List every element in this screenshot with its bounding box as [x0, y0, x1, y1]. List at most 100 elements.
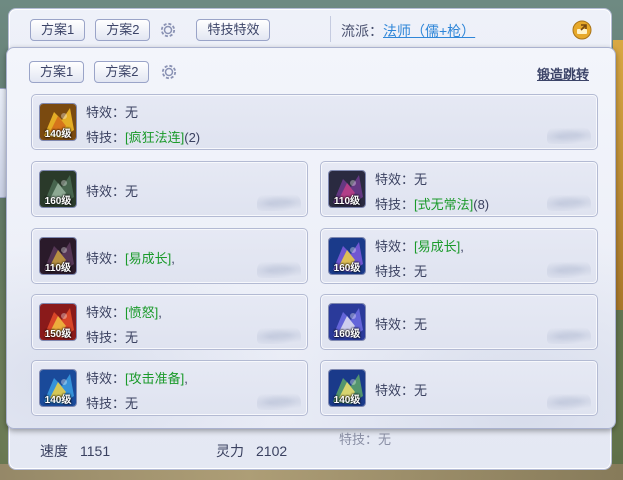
equipment-card[interactable]: 150级 特效：[愤怒], 特技：无	[31, 294, 308, 350]
line-suffix: (8)	[473, 197, 490, 212]
equipment-card[interactable]: 110级 特效：[易成长],	[31, 228, 308, 284]
line-label: 特技：	[86, 396, 126, 411]
equipment-level: 160级	[333, 263, 361, 274]
equipment-card[interactable]: 160级 特效：[易成长], 特技：无	[320, 228, 598, 284]
line-label: 特效：	[375, 383, 415, 398]
effect-line: 特效：无	[86, 181, 138, 200]
line-value: 无	[125, 105, 139, 120]
equipment-card[interactable]: 160级 特效：无	[320, 294, 598, 350]
effect-line: 特效：[易成长],	[86, 248, 175, 267]
speed-label: 速度	[40, 443, 68, 459]
effect-line: 特效：[攻击准备],	[86, 368, 188, 387]
line-value[interactable]: [攻击准备]	[125, 371, 184, 386]
cloud-ornament	[547, 392, 591, 410]
cloud-ornament	[547, 193, 591, 211]
gear-icon[interactable]	[159, 62, 179, 82]
genre-value-link[interactable]: 法师（儒+枪）	[383, 23, 475, 39]
line-value: 无	[414, 264, 428, 279]
genre-label: 流派：	[341, 23, 383, 39]
spirit-label: 灵力	[216, 443, 244, 459]
line-label: 特效：	[86, 305, 126, 320]
effect-line: 特效：[易成长],	[375, 236, 464, 255]
line-label: 特效：	[86, 105, 126, 120]
equipment-level: 140级	[333, 395, 361, 406]
divider	[330, 16, 331, 42]
stats-row: 速度 1151 灵力 2102	[40, 441, 287, 461]
gear-icon[interactable]	[158, 20, 178, 40]
equipment-card[interactable]: 140级 特效：无	[320, 360, 598, 416]
line-label: 特技：	[86, 330, 126, 345]
line-suffix: ,	[171, 251, 175, 266]
equipment-card[interactable]: 160级 特效：无	[31, 161, 308, 217]
equipment-icon[interactable]: 160级	[328, 303, 366, 341]
equipment-icon[interactable]: 160级	[328, 237, 366, 275]
line-label: 特效：	[86, 251, 126, 266]
equipment-card[interactable]: 140级 特效：[攻击准备], 特技：无	[31, 360, 308, 416]
line-value[interactable]: [愤怒]	[125, 305, 158, 320]
skill-line: 特技：无	[86, 393, 138, 412]
cloud-ornament	[257, 392, 301, 410]
cloud-ornament	[547, 126, 591, 144]
line-value: 无	[125, 330, 139, 345]
equipment-icon[interactable]: 110级	[328, 170, 366, 208]
spirit-stat: 灵力 2102	[216, 441, 287, 461]
equipment-level: 160级	[333, 329, 361, 340]
popup-plan-1-tab[interactable]: 方案1	[29, 61, 85, 83]
effect-line: 特效：无	[375, 380, 427, 399]
forge-jump-link[interactable]: 锻造跳转	[537, 64, 589, 83]
equipment-level: 110级	[333, 196, 361, 207]
effect-line: 特效：[愤怒],	[86, 302, 162, 321]
line-value[interactable]: [易成长]	[125, 251, 171, 266]
line-label: 特效：	[375, 317, 415, 332]
cloud-ornament	[547, 260, 591, 278]
back-plan-1-tab[interactable]: 方案1	[30, 19, 86, 41]
line-value[interactable]: [疯狂法连]	[125, 130, 184, 145]
equipment-level: 140级	[44, 395, 72, 406]
line-suffix: ,	[184, 371, 188, 386]
equipment-level: 150级	[44, 329, 72, 340]
cloud-ornament	[547, 326, 591, 344]
popup-plan-2-tab[interactable]: 方案2	[94, 61, 150, 83]
cloud-ornament	[257, 260, 301, 278]
equipment-icon[interactable]: 140级	[328, 369, 366, 407]
equipment-level: 140级	[44, 129, 72, 140]
line-label: 特技：	[375, 264, 415, 279]
line-value[interactable]: [易成长]	[414, 239, 460, 254]
line-suffix: ,	[460, 239, 464, 254]
line-suffix: (2)	[184, 130, 201, 145]
equipment-icon[interactable]: 160级	[39, 170, 77, 208]
skill-line: 特技：[式无常法](8)	[375, 194, 489, 213]
edit-icon[interactable]	[572, 20, 592, 40]
equipment-icon[interactable]: 110级	[39, 237, 77, 275]
equipment-icon[interactable]: 140级	[39, 103, 77, 141]
line-value: 无	[125, 184, 139, 199]
faded-text: 特技：无	[339, 432, 392, 447]
cloud-ornament	[257, 326, 301, 344]
popup-plan-tabs: 方案1 方案2	[29, 61, 179, 83]
line-suffix: ,	[158, 305, 162, 320]
equipment-card[interactable]: 110级 特效：无特技：[式无常法](8)	[320, 161, 598, 217]
plan-tab-bar: 方案1 方案2 特技特效	[30, 19, 271, 41]
equipment-level: 160级	[44, 196, 72, 207]
line-value: 无	[414, 317, 428, 332]
line-label: 特效：	[375, 172, 415, 187]
equipment-effects-popup: 方案1 方案2 锻造跳转 140级 特效：无 特技：[疯狂法连](2) 160级 特效：…	[6, 47, 616, 429]
line-label: 特效：	[86, 371, 126, 386]
line-value: 无	[125, 396, 139, 411]
equipment-card[interactable]: 140级 特效：无特技：[疯狂法连](2)	[31, 94, 598, 150]
skill-effect-button[interactable]: 特技特效	[196, 19, 271, 41]
effect-line: 特效：无	[375, 169, 427, 188]
line-label: 特效：	[375, 239, 415, 254]
spirit-value: 2102	[256, 443, 288, 459]
line-value[interactable]: [式无常法]	[414, 197, 473, 212]
line-value: 无	[414, 383, 428, 398]
back-plan-2-tab[interactable]: 方案2	[95, 19, 151, 41]
genre-row: 流派：法师（儒+枪）	[341, 21, 475, 41]
equipment-icon[interactable]: 150级	[39, 303, 77, 341]
line-label: 特技：	[375, 197, 415, 212]
effect-line: 特效：无	[375, 314, 427, 333]
skill-line: 特技：无	[375, 261, 427, 280]
equipment-level: 110级	[44, 263, 72, 274]
skill-line: 特技：[疯狂法连](2)	[86, 127, 200, 146]
equipment-icon[interactable]: 140级	[39, 369, 77, 407]
